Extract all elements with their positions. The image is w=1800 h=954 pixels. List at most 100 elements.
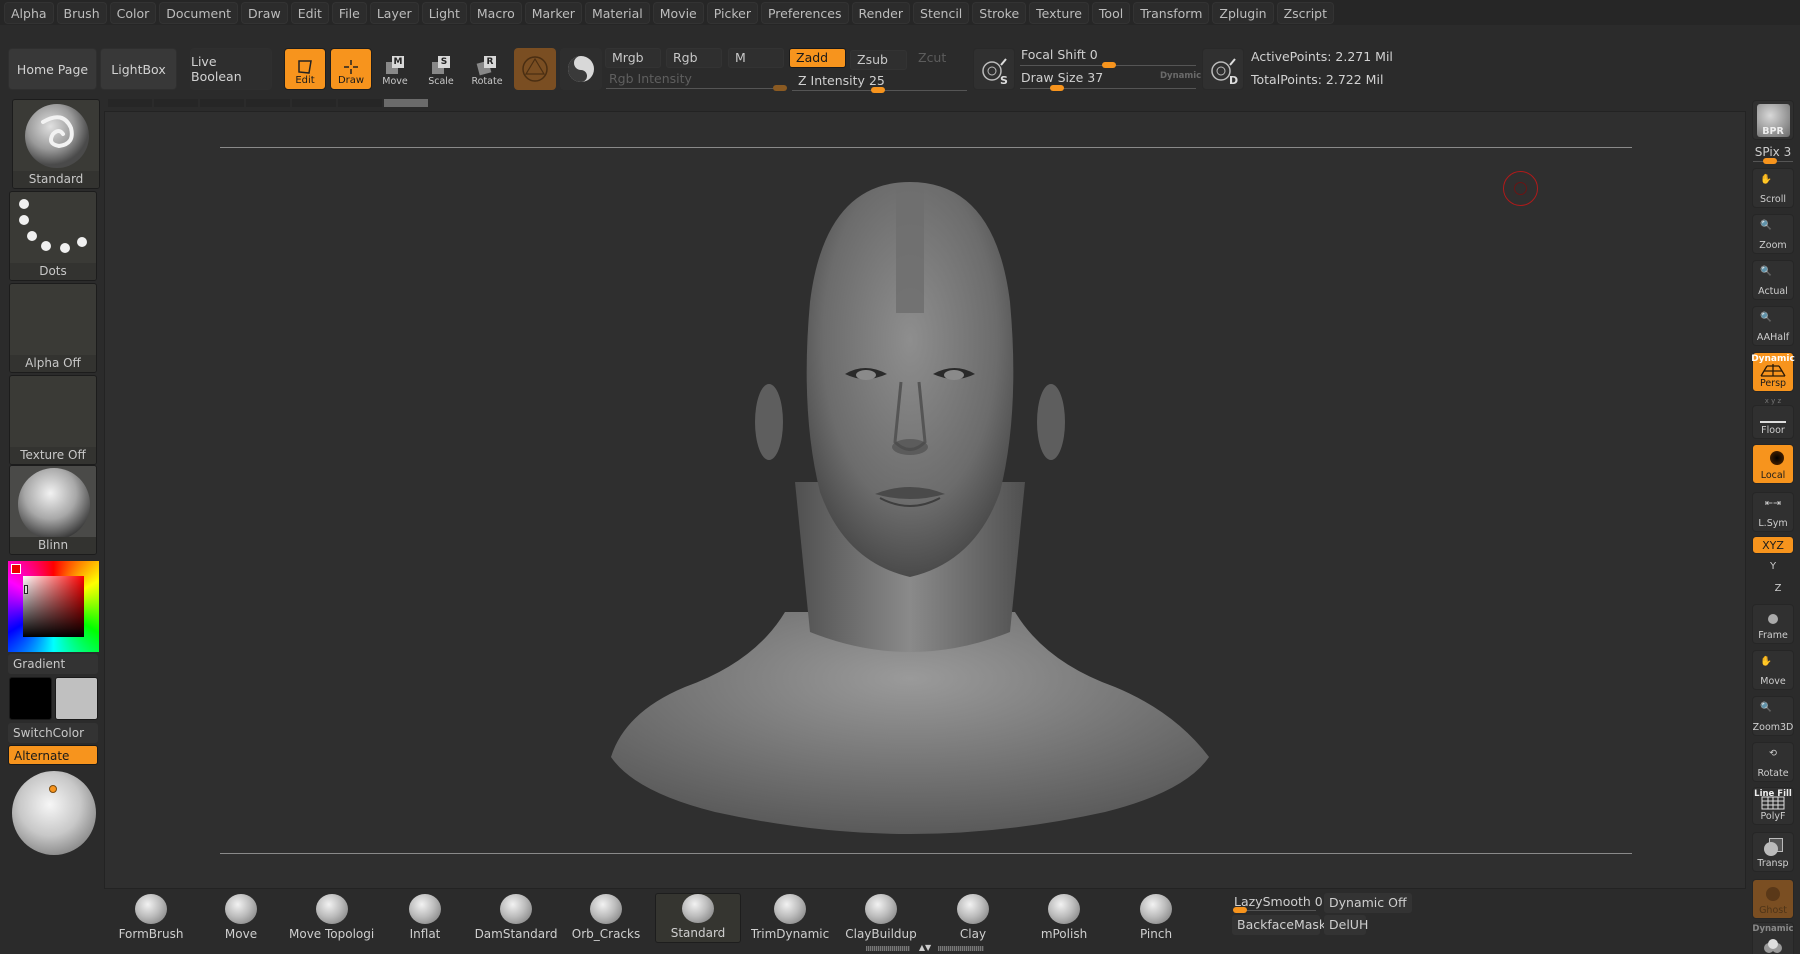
ghost-button[interactable]: Ghost (1752, 879, 1794, 919)
local-button[interactable]: Local (1752, 444, 1794, 484)
rotate-y-button[interactable]: Y (1752, 561, 1794, 572)
zoom-button[interactable]: 🔍 Zoom (1752, 214, 1794, 254)
dynamic-size-toggle[interactable]: Dynamic (1160, 71, 1201, 81)
texture-selector[interactable]: Texture Off (9, 375, 97, 465)
alpha-selector[interactable]: Alpha Off (9, 283, 97, 373)
rotate-mode-button[interactable]: R Rotate (466, 48, 508, 90)
move-view-button[interactable]: ✋ Move (1752, 650, 1794, 690)
mrgb-button[interactable]: Mrgb (605, 48, 661, 68)
menu-preferences[interactable]: Preferences (760, 1, 849, 24)
bpr-button[interactable]: BPR (1752, 100, 1794, 140)
spix-knob[interactable] (1763, 158, 1777, 164)
backface-mask-button[interactable]: BackfaceMask (1232, 915, 1326, 935)
menu-texture[interactable]: Texture (1029, 1, 1089, 24)
menu-render[interactable]: Render (851, 1, 911, 24)
menu-tool[interactable]: Tool (1091, 1, 1131, 24)
menu-document[interactable]: Document (159, 1, 239, 24)
sculptris-pro-button[interactable] (514, 48, 556, 90)
gradient-button[interactable]: Gradient (8, 654, 98, 674)
material-selector[interactable]: Blinn (9, 465, 97, 555)
shelf-scroll-left[interactable] (866, 946, 910, 951)
draw-mode-button[interactable]: Draw (330, 48, 372, 90)
draw-size-slider[interactable] (1020, 88, 1196, 89)
brush-damstandard[interactable]: DamStandard (473, 893, 559, 943)
menu-marker[interactable]: Marker (524, 1, 582, 24)
secondary-color-swatch[interactable] (55, 677, 98, 720)
shelf-scroll-right[interactable] (938, 946, 984, 951)
menu-light[interactable]: Light (421, 1, 467, 24)
focal-shift-knob[interactable] (1102, 62, 1116, 68)
scale-mode-button[interactable]: S Scale (420, 48, 462, 90)
brush-mpolish[interactable]: mPolish (1021, 893, 1107, 943)
brush-pinch[interactable]: Pinch (1113, 893, 1199, 943)
move-mode-button[interactable]: M Move (374, 48, 416, 90)
floor-axes[interactable]: x y z (1752, 397, 1794, 405)
draw-size-knob[interactable] (1050, 85, 1064, 91)
zcut-button[interactable]: Zcut (911, 48, 967, 68)
rgb-intensity-slider[interactable] (606, 88, 786, 89)
spotlight-button[interactable] (560, 48, 602, 90)
home-page-button[interactable]: Home Page (8, 48, 97, 90)
edit-mode-button[interactable]: Edit (284, 48, 326, 90)
live-boolean-button[interactable]: Live Boolean (190, 48, 272, 90)
menu-alpha[interactable]: Alpha (4, 1, 54, 24)
active-color-swatch[interactable] (11, 564, 21, 574)
menu-macro[interactable]: Macro (469, 1, 522, 24)
brush-claybuildup[interactable]: ClayBuildup (838, 893, 924, 943)
menu-layer[interactable]: Layer (369, 1, 419, 24)
lsym-button[interactable]: ⇤⇥ L.Sym (1752, 492, 1794, 532)
brush-trimdynamic[interactable]: TrimDynamic (747, 893, 833, 943)
menu-file[interactable]: File (331, 1, 367, 24)
tab-slot-active[interactable] (384, 99, 428, 107)
zoom3d-button[interactable]: 🔍 Zoom3D (1752, 696, 1794, 736)
menu-draw[interactable]: Draw (241, 1, 288, 24)
menu-zplugin[interactable]: Zplugin (1212, 1, 1274, 24)
scroll-button[interactable]: ✋ Scroll (1752, 168, 1794, 208)
main-color-swatch[interactable] (9, 677, 52, 720)
actual-button[interactable]: 🔍 Actual (1752, 260, 1794, 300)
polyf-button[interactable]: Line Fill PolyF (1752, 787, 1794, 825)
tab-slot[interactable] (338, 99, 382, 107)
m-button[interactable]: M (728, 48, 784, 68)
rotate-view-button[interactable]: ⟲ Rotate (1752, 742, 1794, 782)
color-cursor[interactable] (24, 585, 28, 594)
lazysmooth-knob[interactable] (1233, 907, 1247, 913)
dynamic-off-button[interactable]: Dynamic Off (1324, 893, 1412, 913)
stroke-d-button[interactable]: D (1202, 48, 1244, 90)
brush-move[interactable]: Move (198, 893, 284, 943)
rotate-xyz-button[interactable]: XYZ (1752, 536, 1794, 554)
tab-slot[interactable] (200, 99, 244, 107)
tab-slot[interactable] (246, 99, 290, 107)
persp-button[interactable]: Dynamic Persp (1751, 352, 1795, 392)
menu-stroke[interactable]: Stroke (972, 1, 1027, 24)
brush-selector[interactable]: Standard (12, 99, 100, 189)
menu-brush[interactable]: Brush (56, 1, 107, 24)
light-sphere[interactable] (12, 771, 96, 855)
stroke-selector[interactable]: Dots (9, 191, 97, 281)
rotate-z-button[interactable]: Z (1752, 583, 1794, 594)
menu-edit[interactable]: Edit (290, 1, 329, 24)
brush-formbrush[interactable]: FormBrush (108, 893, 194, 943)
z-intensity-knob[interactable] (871, 87, 885, 93)
frame-button[interactable]: Frame (1752, 604, 1794, 644)
zadd-button[interactable]: Zadd (789, 48, 846, 68)
aahalf-button[interactable]: 🔍 AAHalf (1752, 306, 1794, 346)
rgb-intensity-knob[interactable] (773, 85, 787, 91)
menu-stencil[interactable]: Stencil (913, 1, 970, 24)
tab-slot[interactable] (154, 99, 198, 107)
brush-standard[interactable]: Standard (655, 893, 741, 943)
color-picker[interactable] (8, 561, 99, 652)
brush-orb-cracks[interactable]: Orb_Cracks (563, 893, 649, 943)
tab-slot[interactable] (292, 99, 336, 107)
lightbox-button[interactable]: LightBox (100, 48, 177, 90)
brush-clay[interactable]: Clay (930, 893, 1016, 943)
menu-material[interactable]: Material (584, 1, 650, 24)
solo-button[interactable]: Dynamic (1752, 922, 1794, 954)
menu-movie[interactable]: Movie (652, 1, 704, 24)
sculpt-bust-model[interactable] (105, 112, 1747, 890)
stroke-s-button[interactable]: S (973, 48, 1015, 90)
deluh-button[interactable]: DelUH (1324, 915, 1368, 935)
menu-color[interactable]: Color (109, 1, 157, 24)
rgb-button[interactable]: Rgb (666, 48, 722, 68)
document-canvas[interactable] (104, 111, 1746, 889)
